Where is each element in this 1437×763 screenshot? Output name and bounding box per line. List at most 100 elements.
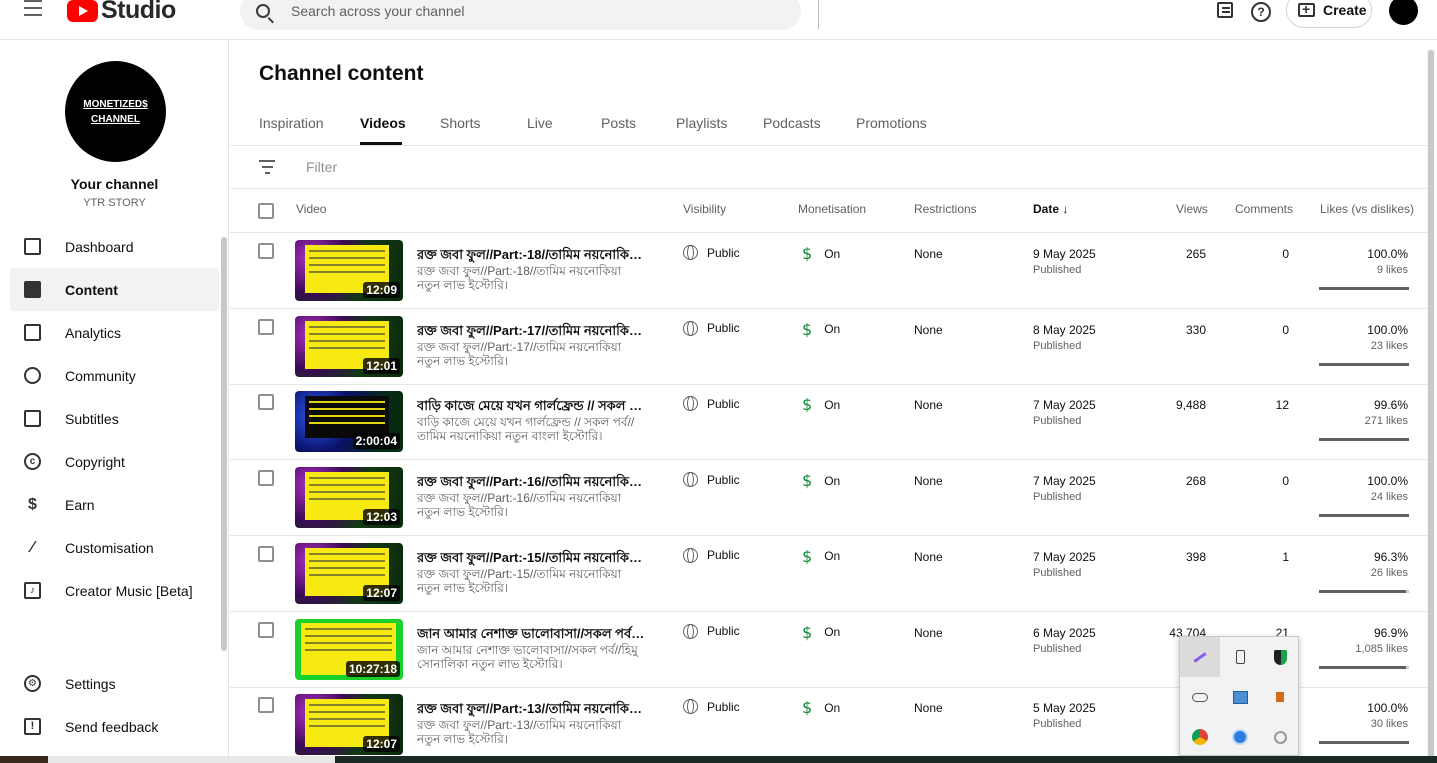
row-checkbox[interactable] xyxy=(258,394,274,411)
video-thumbnail[interactable]: 2:00:04 xyxy=(295,391,403,453)
tab-podcasts[interactable]: Podcasts xyxy=(763,115,821,131)
sidebar-item-dashboard[interactable]: Dashboard xyxy=(10,225,219,268)
table-row[interactable]: 12:09 রক্ত জবা ফুল//Part:-18//তামিম নয়নো… xyxy=(230,233,1430,309)
scrollbar-thumb[interactable] xyxy=(1428,50,1434,763)
video-description: রক্ত জবা ফুল//Part:-18//তামিম নয়নোকিয়া… xyxy=(417,264,622,292)
channel-avatar[interactable]: MONETIZED$ CHANNEL xyxy=(65,61,166,162)
table-row[interactable]: 12:07 রক্ত জবা ফুল//Part:-15//তামিম নয়নো… xyxy=(230,536,1430,612)
header-monetisation[interactable]: Monetisation xyxy=(798,202,866,216)
sidebar-item-content[interactable]: Content xyxy=(10,268,219,311)
search-bar[interactable] xyxy=(240,0,801,30)
publish-status: Published xyxy=(1033,415,1082,428)
sidebar-item-subtitles[interactable]: Subtitles xyxy=(10,397,219,440)
sidebar-item-send-feedback[interactable]: ! Send feedback xyxy=(10,705,219,748)
account-avatar[interactable] xyxy=(1389,0,1418,25)
pen-icon[interactable] xyxy=(1180,637,1220,677)
table-row[interactable]: 2:00:04 বাড়ি কাজে মেয়ে যখন গার্লফ্রেন্ড… xyxy=(230,384,1430,461)
main-scrollbar[interactable] xyxy=(1427,50,1435,763)
visibility-cell[interactable]: Public xyxy=(683,699,740,715)
menu-icon[interactable] xyxy=(24,0,42,18)
tab-playlists[interactable]: Playlists xyxy=(676,115,727,131)
monetisation-cell[interactable]: $ On xyxy=(802,320,840,339)
row-checkbox[interactable] xyxy=(258,545,274,562)
likes-ratio-fill xyxy=(1319,514,1409,518)
video-thumbnail[interactable]: 12:01 xyxy=(295,315,403,377)
settings-icon: ⚙ xyxy=(24,675,41,692)
visibility-cell[interactable]: Public xyxy=(683,320,740,336)
tab-shorts[interactable]: Shorts xyxy=(440,115,480,131)
monetisation-cell[interactable]: $ On xyxy=(802,395,840,414)
webcam-icon[interactable] xyxy=(1260,717,1300,757)
filter-input[interactable] xyxy=(306,159,706,175)
create-button[interactable]: Create xyxy=(1286,0,1372,28)
help-icon[interactable]: ? xyxy=(1251,2,1271,22)
row-checkbox[interactable] xyxy=(258,697,274,714)
header-date[interactable]: Date ↓ xyxy=(1033,202,1068,216)
video-thumbnail[interactable]: 10:27:18 xyxy=(295,618,403,680)
row-checkbox[interactable] xyxy=(258,470,274,487)
tab-posts[interactable]: Posts xyxy=(601,115,636,131)
monetisation-cell[interactable]: $ On xyxy=(802,471,840,490)
globe-icon xyxy=(683,245,698,260)
subtitles-icon xyxy=(24,410,41,427)
speaker-icon[interactable] xyxy=(1260,677,1300,717)
visibility-cell[interactable]: Public xyxy=(683,245,740,260)
sidebar-item-settings[interactable]: ⚙ Settings xyxy=(10,662,219,705)
table-row[interactable]: 12:01 রক্ত জবা ফুল//Part:-17//তামিম নয়নো… xyxy=(230,309,1430,385)
select-all-checkbox[interactable] xyxy=(258,203,274,219)
date-cell: 7 May 2025 xyxy=(1033,474,1096,489)
header-restrictions[interactable]: Restrictions xyxy=(914,202,977,216)
header-views[interactable]: Views xyxy=(1176,202,1208,216)
row-checkbox[interactable] xyxy=(258,318,274,335)
table-row[interactable]: 12:03 রক্ত জবা ফুল//Part:-16//তামিম নয়নো… xyxy=(230,460,1430,537)
sidebar-item-earn[interactable]: $ Earn xyxy=(10,483,219,526)
taskbar-search[interactable] xyxy=(48,756,335,763)
header-likes[interactable]: Likes (vs dislikes) xyxy=(1320,202,1414,216)
visibility-cell[interactable]: Public xyxy=(683,547,740,563)
video-description: রক্ত জবা ফুল//Part:-17//তামিম নয়নোকিয়া… xyxy=(417,339,622,368)
video-thumbnail[interactable]: 12:07 xyxy=(295,542,403,604)
video-thumbnail[interactable]: 12:07 xyxy=(295,694,403,756)
visibility-cell[interactable]: Public xyxy=(683,623,740,639)
header-comments[interactable]: Comments xyxy=(1235,202,1293,216)
tab-videos[interactable]: Videos xyxy=(360,115,406,131)
row-checkbox[interactable] xyxy=(258,243,274,259)
search-icon[interactable] xyxy=(256,4,270,18)
video-thumbnail[interactable]: 12:03 xyxy=(295,467,403,529)
monetisation-cell[interactable]: $ On xyxy=(802,547,840,566)
sidebar-item-customisation[interactable]: ⁄ Customisation xyxy=(10,526,219,569)
sidebar-scrollbar[interactable] xyxy=(221,237,227,651)
monetisation-cell[interactable]: $ On xyxy=(802,623,840,642)
dollar-icon: $ xyxy=(802,546,813,566)
filter-icon[interactable] xyxy=(259,160,275,174)
tab-live[interactable]: Live xyxy=(527,115,553,131)
monetisation-cell[interactable]: $ On xyxy=(802,698,840,717)
comments-cell: 0 xyxy=(1282,247,1289,261)
tab-promotions[interactable]: Promotions xyxy=(856,115,927,131)
visibility-cell[interactable]: Public xyxy=(683,396,740,412)
likes-ratio-fill xyxy=(1319,362,1409,366)
sidebar-item-community[interactable]: Community xyxy=(10,354,219,397)
video-thumbnail[interactable]: 12:09 xyxy=(295,240,403,301)
divider xyxy=(230,145,1430,146)
earn-icon: $ xyxy=(28,496,37,513)
monetisation-cell[interactable]: $ On xyxy=(802,244,840,263)
sidebar-item-copyright[interactable]: c Copyright xyxy=(10,440,219,483)
sidebar-nav: Dashboard Content Analytics Community Su… xyxy=(10,225,219,612)
network-display-icon[interactable] xyxy=(1220,677,1260,717)
sidebar-item-creator-music[interactable]: ♪ Creator Music [Beta] xyxy=(10,569,219,612)
cloud-off-icon[interactable] xyxy=(1180,677,1220,717)
usb-drive-icon[interactable] xyxy=(1220,637,1260,677)
sidebar-item-analytics[interactable]: Analytics xyxy=(10,311,219,354)
tab-inspiration[interactable]: Inspiration xyxy=(259,115,324,131)
search-input[interactable] xyxy=(291,0,771,22)
sync-icon[interactable] xyxy=(1220,717,1260,757)
comments-icon[interactable] xyxy=(1217,2,1233,18)
security-shield-icon[interactable] xyxy=(1260,637,1300,677)
taskbar-start[interactable] xyxy=(0,756,48,763)
studio-logo[interactable]: Studio xyxy=(67,0,176,25)
visibility-cell[interactable]: Public xyxy=(683,472,740,488)
chrome-icon[interactable] xyxy=(1180,717,1220,757)
row-checkbox[interactable] xyxy=(258,621,274,638)
header-visibility[interactable]: Visibility xyxy=(683,202,726,216)
